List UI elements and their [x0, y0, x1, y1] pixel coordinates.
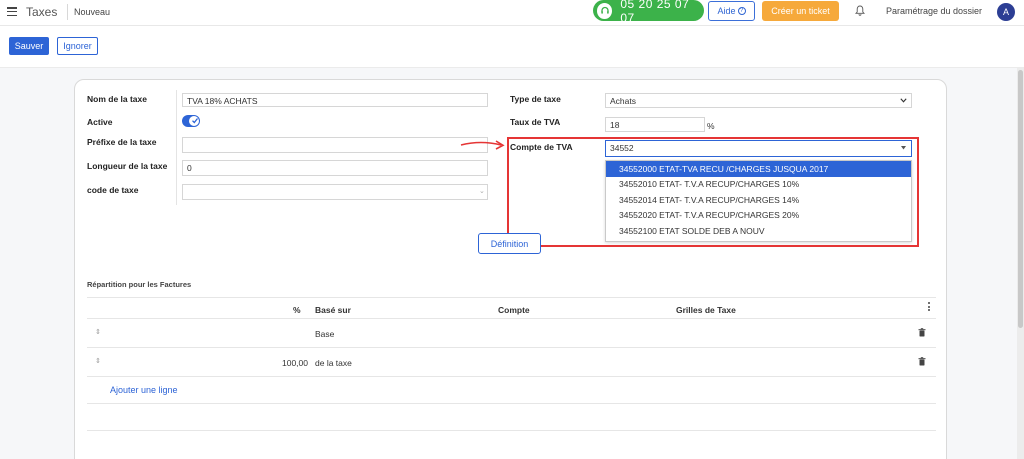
discard-button[interactable]: Ignorer [57, 37, 98, 55]
trash-icon[interactable] [918, 328, 926, 337]
create-ticket-button[interactable]: Créer un ticket [762, 1, 839, 21]
tax-prefix-label: Préfixe de la taxe [87, 137, 157, 147]
row-based-on: de la taxe [315, 358, 352, 368]
help-button-label: Aide [717, 6, 736, 16]
phone-support-button[interactable]: 05 20 25 07 07 [593, 0, 704, 25]
folder-settings-link[interactable]: Paramétrage du dossier [886, 6, 982, 16]
tax-type-select[interactable]: Achats [605, 93, 912, 108]
check-icon [192, 118, 199, 124]
table-divider [87, 403, 936, 404]
add-line-link[interactable]: Ajouter une ligne [110, 385, 178, 395]
tax-prefix-input[interactable] [182, 137, 488, 153]
question-icon: ? [737, 7, 746, 15]
chevron-down-icon: ⌄ [479, 188, 485, 195]
column-header-tax-grids[interactable]: Grilles de Taxe [676, 305, 736, 315]
row-percent: 100,00 [282, 358, 308, 368]
column-options-icon[interactable] [928, 302, 931, 311]
tax-type-label: Type de taxe [510, 94, 561, 104]
hamburger-menu-icon[interactable] [7, 7, 17, 16]
account-option[interactable]: 34552100 ETAT SOLDE DEB A NOUV [606, 223, 911, 239]
definition-button[interactable]: Définition [478, 233, 541, 254]
column-header-account[interactable]: Compte [498, 305, 530, 315]
tax-name-input[interactable]: TVA 18% ACHATS [182, 93, 488, 107]
app-title[interactable]: Taxes [26, 5, 57, 19]
label-column-divider [176, 90, 177, 205]
form-sheet [74, 79, 947, 459]
top-navbar: Taxes Nouveau 05 20 25 07 07 Aide ? Crée… [0, 0, 1024, 26]
user-avatar[interactable]: A [997, 3, 1015, 21]
breadcrumb: Nouveau [74, 7, 111, 17]
distribution-table-header: % Basé sur Compte Grilles de Taxe [87, 297, 936, 319]
drag-handle-icon[interactable]: ⇕ [95, 328, 101, 336]
active-label: Active [87, 117, 113, 127]
save-button[interactable]: Sauver [9, 37, 49, 55]
row-based-on: Base [315, 329, 335, 339]
table-divider [87, 430, 936, 431]
table-row[interactable]: ⇕ Base [87, 320, 936, 348]
tax-code-select[interactable] [182, 184, 488, 200]
page-scrollbar-thumb[interactable] [1018, 70, 1023, 328]
vat-rate-unit: % [707, 121, 715, 131]
phone-number: 05 20 25 07 07 [620, 0, 690, 25]
drag-handle-icon[interactable]: ⇕ [95, 357, 101, 365]
tax-code-label: code de taxe [87, 185, 139, 195]
chevron-down-icon [900, 98, 907, 103]
vat-account-label: Compte de TVA [510, 142, 573, 152]
annotation-arrow-icon [460, 140, 505, 150]
bell-icon[interactable] [855, 5, 865, 16]
vat-rate-label: Taux de TVA [510, 117, 561, 127]
control-panel: Sauver Ignorer [0, 26, 1024, 68]
distribution-title: Répartition pour les Factures [87, 280, 192, 289]
table-row[interactable]: ⇕ 100,00 de la taxe [87, 349, 936, 377]
tax-length-label: Longueur de la taxe [87, 161, 168, 171]
account-option[interactable]: 34552014 ETAT- T.V.A RECUP/CHARGES 14% [606, 192, 911, 208]
column-header-percent[interactable]: % [293, 305, 301, 315]
caret-down-icon [901, 146, 906, 150]
vat-rate-input[interactable]: 18 [605, 117, 705, 132]
vat-account-dropdown: 34552000 ETAT-TVA RECU /CHARGES JUSQUA 2… [605, 160, 912, 242]
nav-divider [67, 4, 68, 20]
tax-length-input[interactable]: 0 [182, 160, 488, 176]
vat-account-input[interactable]: 34552 [605, 140, 912, 157]
headset-icon [597, 2, 613, 19]
help-button[interactable]: Aide ? [708, 1, 755, 21]
tax-name-label: Nom de la taxe [87, 94, 147, 104]
account-option[interactable]: 34552010 ETAT- T.V.A RECUP/CHARGES 10% [606, 177, 911, 193]
account-option[interactable]: 34552020 ETAT- T.V.A RECUP/CHARGES 20% [606, 208, 911, 224]
account-option[interactable]: 34552000 ETAT-TVA RECU /CHARGES JUSQUA 2… [606, 161, 911, 177]
trash-icon[interactable] [918, 357, 926, 366]
column-header-based-on[interactable]: Basé sur [315, 305, 351, 315]
